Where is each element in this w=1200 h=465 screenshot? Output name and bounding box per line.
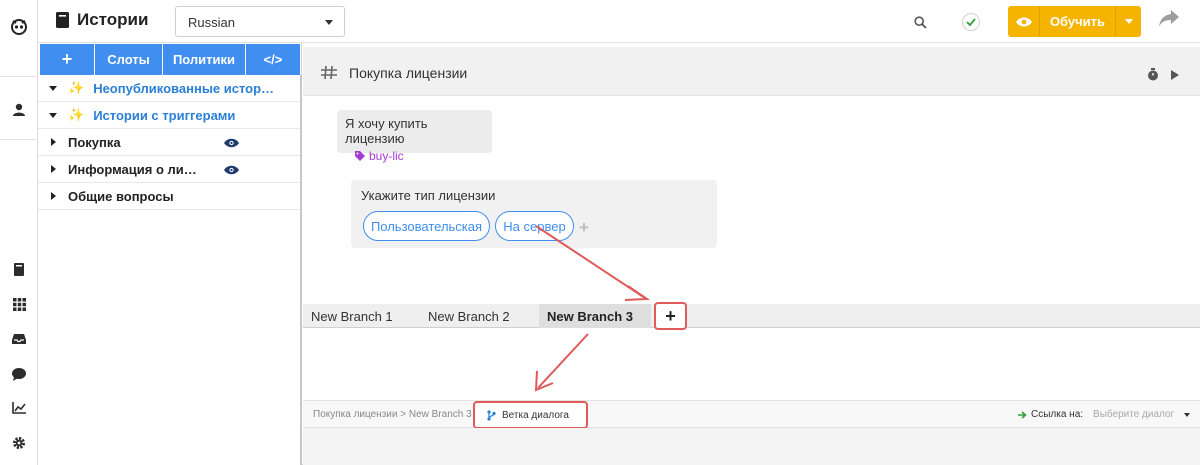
policies-button[interactable]: Политики (163, 44, 246, 75)
branch-icon (487, 409, 496, 421)
rail-divider (0, 139, 38, 140)
eye-icon[interactable] (224, 136, 239, 151)
story-title[interactable]: Покупка лицензии (349, 65, 467, 81)
arrow-right-icon (1018, 410, 1027, 419)
sidebar-item-general[interactable]: Общие вопросы (38, 183, 300, 210)
page-title: Истории (56, 10, 148, 30)
stories-sidebar: + Слоты Политики </> ✨ Неопубликованные … (38, 43, 302, 465)
breadcrumb: Покупка лицензии > New Branch 3 (313, 409, 472, 420)
add-story-button[interactable]: + (40, 44, 95, 75)
user-utterance-text: Я хочу купить лицензию (345, 116, 428, 146)
book-icon (56, 12, 69, 28)
rail-divider (0, 76, 38, 77)
caret-down-icon[interactable] (38, 112, 68, 118)
gear-icon[interactable] (0, 431, 38, 455)
branch-footer: Покупка лицензии > New Branch 3 Ветка ди… (303, 400, 1200, 429)
check-status-icon[interactable] (961, 12, 981, 32)
tab-new-branch-1[interactable]: New Branch 1 (311, 304, 411, 328)
left-rail (0, 0, 38, 465)
sidebar-item-label: Истории с триггерами (93, 107, 236, 123)
logo-icon[interactable] (0, 14, 38, 38)
chat-icon[interactable] (0, 362, 38, 386)
bottom-panel (303, 428, 1200, 465)
grid-icon[interactable] (0, 292, 38, 316)
tab-new-branch-3[interactable]: New Branch 3 (539, 304, 651, 328)
sidebar-item-label: Общие вопросы (68, 188, 174, 204)
code-view-button[interactable]: </> (246, 44, 300, 75)
chevron-down-icon[interactable] (1115, 6, 1141, 37)
top-header: Истории Russian Обучить (38, 0, 1200, 43)
play-icon[interactable] (1171, 70, 1179, 80)
caret-right-icon[interactable] (38, 165, 68, 173)
chevron-down-icon (1184, 412, 1191, 417)
book-icon[interactable] (0, 257, 38, 281)
tag-icon (355, 151, 365, 161)
inbox-icon[interactable] (0, 327, 38, 351)
story-header: Покупка лицензии (303, 47, 1200, 96)
hash-icon (321, 65, 337, 82)
tab-new-branch-2[interactable]: New Branch 2 (428, 304, 533, 328)
add-quick-reply-icon[interactable]: + (579, 218, 589, 238)
intent-name: buy-lic (369, 149, 404, 163)
eye-icon[interactable] (224, 163, 239, 178)
user-utterance[interactable]: Я хочу купить лицензию buy-lic (337, 110, 492, 163)
link-dialog-placeholder: Выберите диалог (1093, 409, 1175, 420)
sidebar-item-unpublished[interactable]: ✨ Неопубликованные истор… (38, 75, 300, 102)
chart-icon[interactable] (0, 396, 38, 420)
train-button-label: Обучить (1049, 14, 1106, 29)
user-icon[interactable] (0, 98, 38, 122)
quick-reply-button[interactable]: На сервер (495, 211, 574, 241)
branch-tabs: New Branch 1 New Branch 2 New Branch 3 (303, 304, 1200, 328)
dialog-branch-label: Ветка диалога (502, 409, 569, 421)
slots-button[interactable]: Слоты (95, 44, 163, 75)
search-icon[interactable] (910, 12, 930, 32)
train-button[interactable]: Обучить (1008, 6, 1141, 37)
dialog-branch-button[interactable]: Ветка диалога (473, 401, 588, 429)
sidebar-item-label: Покупка (68, 134, 121, 150)
sidebar-item-triggers[interactable]: ✨ Истории с триггерами (38, 102, 300, 129)
link-to-selector[interactable]: Ссылка на: Выберите диалог (1018, 409, 1191, 420)
sidebar-scrollbar[interactable] (300, 75, 302, 465)
chevron-down-icon (325, 20, 333, 25)
sparkle-icon: ✨ (68, 107, 85, 122)
timer-icon[interactable] (1147, 68, 1159, 84)
sidebar-item-license-info[interactable]: Информация о ли… (38, 156, 300, 183)
sidebar-toolbar: + Слоты Политики </> (40, 44, 300, 75)
sidebar-item-purchase[interactable]: Покупка (38, 129, 300, 156)
intent-label[interactable]: buy-lic (355, 149, 484, 163)
language-value: Russian (188, 15, 235, 30)
sidebar-item-label: Информация о ли… (68, 161, 197, 177)
bot-response[interactable]: Укажите тип лицензии Пользовательская На… (351, 180, 717, 248)
caret-right-icon[interactable] (38, 138, 68, 146)
sidebar-item-label: Неопубликованные истор… (93, 80, 275, 96)
sparkle-icon: ✨ (68, 80, 85, 95)
bot-response-text: Укажите тип лицензии (361, 188, 496, 203)
add-branch-button[interactable]: + (654, 302, 687, 330)
page-title-text: Истории (77, 10, 149, 29)
link-label: Ссылка на: (1031, 409, 1084, 420)
share-icon[interactable] (1159, 10, 1179, 31)
caret-right-icon[interactable] (38, 192, 68, 200)
caret-down-icon[interactable] (38, 85, 68, 91)
eye-icon (1008, 6, 1040, 37)
language-select[interactable]: Russian (175, 6, 345, 37)
quick-reply-button[interactable]: Пользовательская (363, 211, 490, 241)
story-editor: Покупка лицензии Я хочу купить лицензию … (303, 43, 1200, 465)
